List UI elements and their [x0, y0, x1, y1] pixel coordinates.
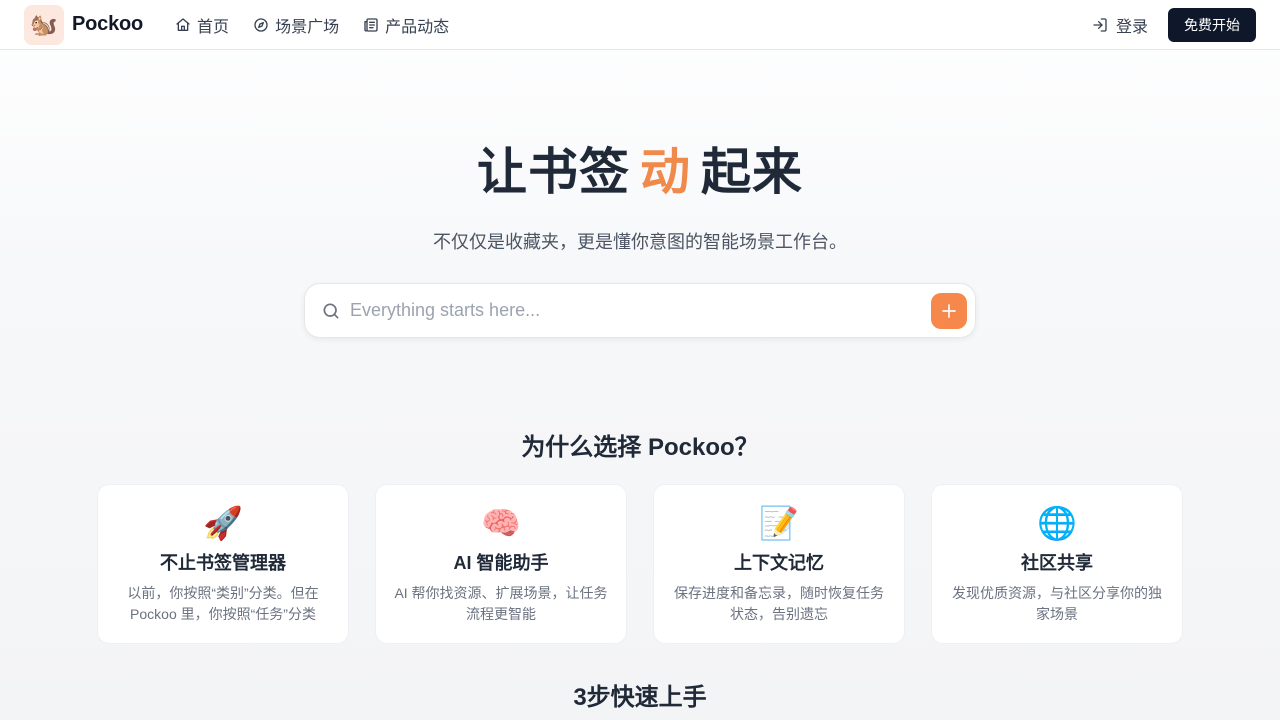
add-button[interactable] — [931, 292, 967, 329]
brain-icon: 🧠 — [481, 505, 521, 541]
feature-card-title: AI 智能助手 — [453, 553, 549, 573]
top-navbar: 🐿️ Pockoo 首页 场景广场 产品动态 登录 免费开始 — [0, 0, 1280, 50]
search-input[interactable] — [350, 300, 931, 321]
steps-section-title: 3步快速上手 — [573, 684, 707, 711]
feature-card-title: 社区共享 — [1021, 553, 1093, 573]
nav-item-updates-label: 产品动态 — [385, 18, 450, 36]
brand[interactable]: 🐿️ Pockoo — [24, 4, 144, 45]
feature-cards: 🚀 不止书签管理器 以前，你按照“类别”分类。但在 Pockoo 里，你按照“任… — [97, 484, 1183, 644]
hero-title: 让书签动起来 — [0, 132, 1280, 204]
squirrel-logo-icon: 🐿️ — [24, 4, 64, 45]
newspaper-icon — [364, 17, 378, 32]
hero-title-before: 让书签 — [477, 144, 630, 200]
nav-item-home-label: 首页 — [197, 18, 230, 36]
feature-card-title: 不止书签管理器 — [160, 553, 286, 573]
plus-icon — [942, 303, 956, 318]
globe-icon: 🌐 — [1037, 505, 1077, 541]
home-icon — [176, 17, 190, 31]
nav-item-scenes-label: 场景广场 — [275, 18, 340, 36]
feature-card: 📝 上下文记忆 保存进度和备忘录，随时恢复任务状态，告别遗忘 — [653, 484, 905, 644]
compass-icon — [254, 17, 268, 32]
nav-item-home[interactable]: 首页 — [175, 13, 229, 37]
memo-icon: 📝 — [759, 505, 799, 541]
feature-card-title: 上下文记忆 — [734, 553, 824, 573]
nav-item-updates[interactable]: 产品动态 — [363, 13, 449, 37]
search-icon — [323, 303, 339, 318]
page: 🐿️ Pockoo 首页 场景广场 产品动态 登录 免费开始 让书签 动 起来 … — [0, 0, 1280, 720]
feature-card-desc: 发现优质资源，与社区分享你的独家场景 — [952, 585, 1162, 622]
feature-card-desc: AI 帮你找资源、扩展场景，让任务流程更智能 — [394, 585, 608, 622]
start-free-button[interactable]: 免费开始 — [1168, 7, 1256, 42]
feature-card-desc: 以前，你按照“类别”分类。但在 Pockoo 里，你按照“任务”分类 — [127, 585, 319, 622]
login-button[interactable]: 登录 — [1092, 13, 1148, 37]
header-actions: 登录 免费开始 — [1092, 7, 1256, 42]
feature-card: 🌐 社区共享 发现优质资源，与社区分享你的独家场景 — [931, 484, 1183, 644]
why-section-title: 为什么选择 Pockoo？ — [521, 434, 759, 461]
nav-item-scenes[interactable]: 场景广场 — [253, 13, 339, 37]
search-bar — [304, 283, 976, 338]
login-label: 登录 — [1115, 18, 1148, 36]
main-nav: 首页 场景广场 产品动态 — [175, 13, 449, 37]
hero-title-accent: 动 — [640, 144, 691, 200]
rocket-icon: 🚀 — [203, 505, 243, 541]
hero-title-after: 起来 — [701, 144, 803, 200]
hero-subtitle: 不仅仅是收藏夹，更是懂你意图的智能场景工作台。 — [433, 232, 847, 252]
brand-name: Pockoo — [72, 13, 144, 35]
login-icon — [1093, 17, 1107, 32]
feature-card: 🚀 不止书签管理器 以前，你按照“类别”分类。但在 Pockoo 里，你按照“任… — [97, 484, 349, 644]
feature-card: 🧠 AI 智能助手 AI 帮你找资源、扩展场景，让任务流程更智能 — [375, 484, 627, 644]
feature-card-desc: 保存进度和备忘录，随时恢复任务状态，告别遗忘 — [674, 585, 884, 622]
